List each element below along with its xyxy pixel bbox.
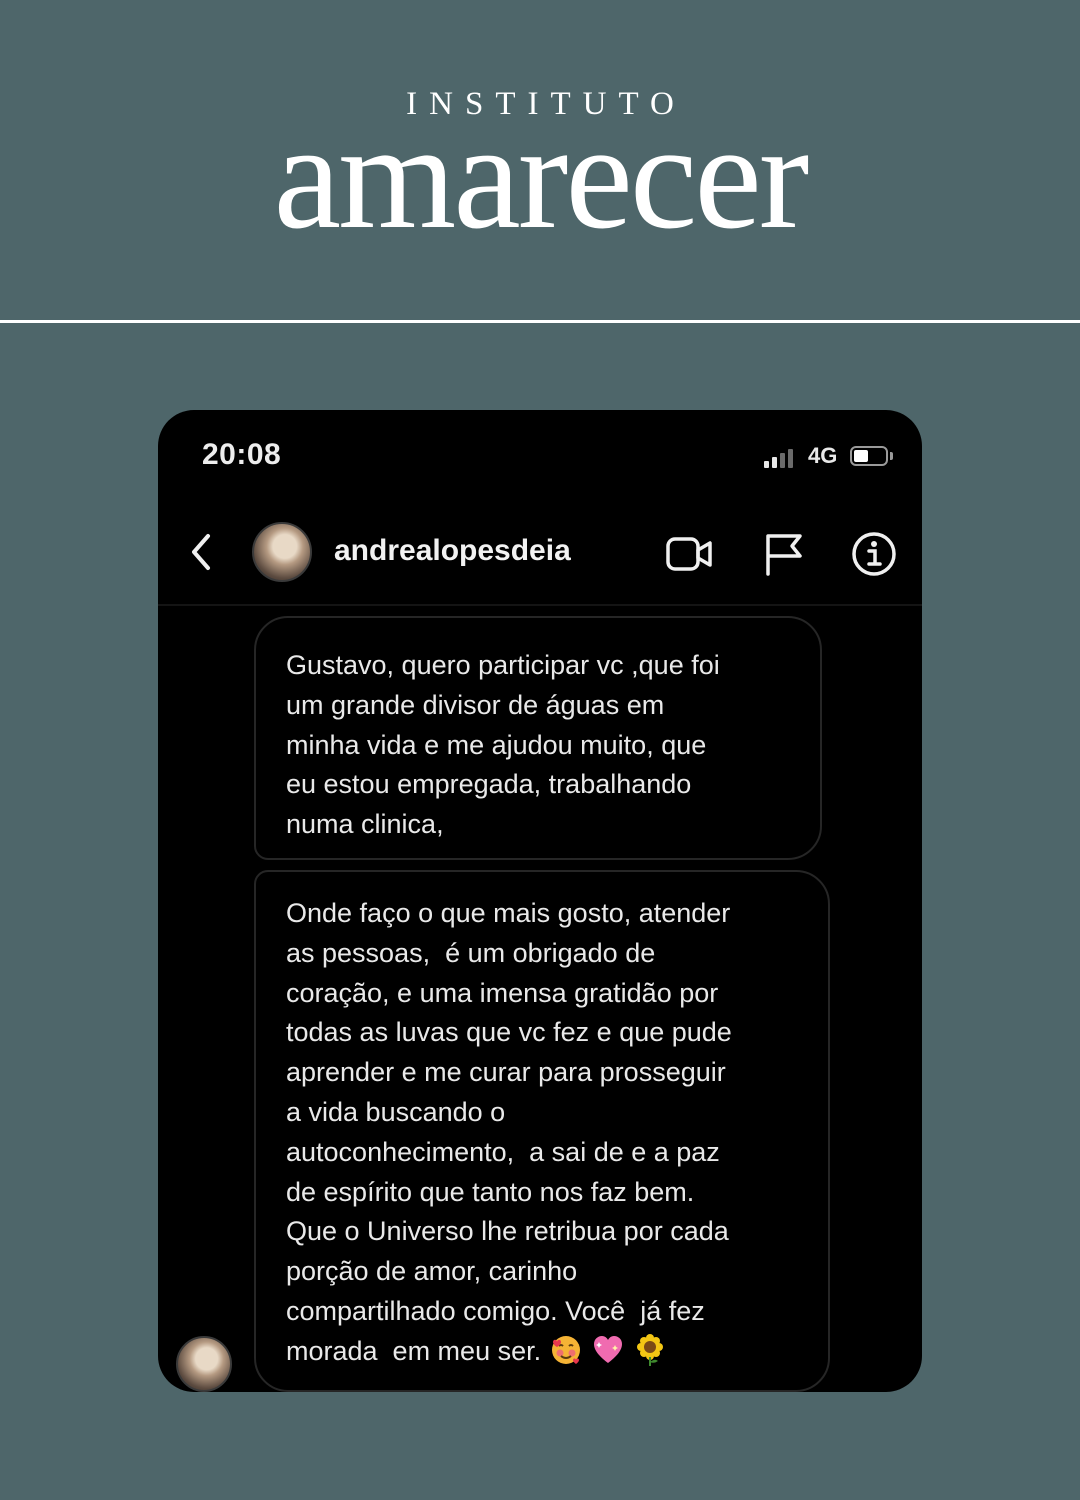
sunflower-emoji: [633, 1333, 667, 1367]
info-icon[interactable]: [848, 528, 900, 580]
status-time: 20:08: [202, 438, 282, 471]
battery-level: [854, 450, 868, 462]
message-line: de espírito que tanto nos faz bem.: [286, 1176, 695, 1207]
message-line: todas as luvas que vc fez e que pude: [286, 1017, 732, 1048]
institute-logo: INSTITUTO amarecer: [0, 0, 1080, 320]
message-bubble[interactable]: Onde faço o que mais gosto, atender as p…: [254, 870, 830, 1392]
battery-tip: [890, 452, 893, 460]
message-line: Onde faço o que mais gosto, atender: [286, 898, 731, 928]
chat-username[interactable]: andrealopesdeia: [334, 534, 571, 568]
message-line: compartilhado comigo. Você já fez: [286, 1295, 705, 1326]
chat-header-divider: [158, 604, 922, 606]
message-line: eu estou empregada, trabalhando: [286, 769, 692, 800]
message-line: Que o Universo lhe retribua por cada: [286, 1216, 729, 1247]
message-line-last: morada em meu ser.: [286, 1332, 808, 1373]
sparkling-heart-emoji: [591, 1333, 625, 1367]
chevron-left-icon[interactable]: [186, 532, 216, 572]
flag-icon[interactable]: [758, 528, 810, 580]
smiling-face-with-hearts-emoji: [549, 1333, 583, 1367]
avatar[interactable]: [252, 522, 312, 582]
message-line: aprender e me curar para prosseguir: [286, 1057, 726, 1088]
avatar[interactable]: [176, 1336, 232, 1392]
logo-wordmark: amarecer: [273, 92, 810, 260]
message-line: porção de amor, carinho: [286, 1256, 578, 1287]
message-line: coração, e uma imensa gratidão por: [286, 977, 719, 1008]
message-line: a vida buscando o: [286, 1096, 506, 1127]
network-label: 4G: [808, 443, 838, 468]
message-line: numa clinica,: [286, 809, 444, 840]
video-camera-icon[interactable]: [664, 528, 716, 580]
header-divider: [0, 320, 1080, 323]
battery-icon: [850, 446, 888, 466]
message-bubble[interactable]: Gustavo, quero participar vc ,que foi um…: [254, 616, 822, 860]
emoji-group: [549, 1329, 675, 1369]
phone-screenshot: 20:08 4G andrealopesdeia Gustavo, quero …: [158, 410, 922, 1392]
message-line: autoconhecimento, a sai de e a paz: [286, 1136, 720, 1167]
message-last-text: morada em meu ser.: [286, 1335, 542, 1366]
message-line: minha vida e me ajudou muito, que: [286, 729, 707, 760]
message-line: as pessoas, é um obrigado de: [286, 937, 656, 968]
message-line: Gustavo, quero participar vc ,que foi: [286, 650, 720, 680]
signal-icon: [764, 446, 804, 468]
message-line: um grande divisor de águas em: [286, 689, 665, 720]
